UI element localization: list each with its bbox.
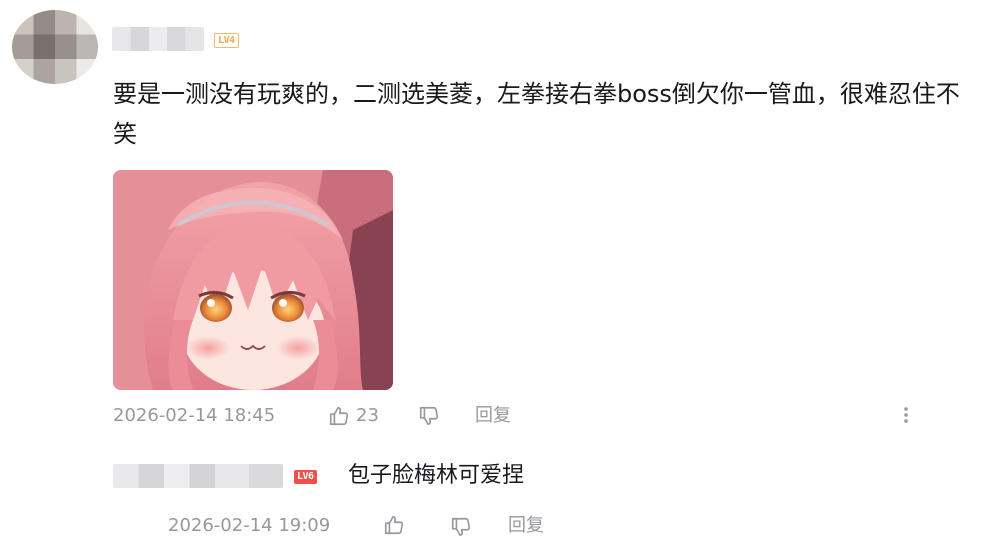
reply-like-button[interactable]	[383, 512, 405, 545]
avatar[interactable]	[12, 10, 98, 84]
reply-level-badge: LV6	[294, 470, 317, 484]
reply-meta: 2026-02-14 19:09 回复	[168, 512, 588, 540]
reply-username[interactable]	[113, 464, 283, 488]
comment-timestamp: 2026-02-14 18:45	[113, 405, 276, 426]
thumbs-up-icon	[328, 405, 350, 427]
dislike-button[interactable]	[418, 402, 440, 427]
reply-dislike-button[interactable]	[450, 512, 472, 547]
thumbs-up-icon	[383, 515, 405, 541]
more-vertical-icon	[900, 407, 912, 435]
thumbs-down-icon	[418, 405, 440, 427]
thumbs-down-icon	[450, 517, 472, 543]
reply-reply-button[interactable]: 回复	[508, 512, 544, 540]
more-button[interactable]	[900, 402, 912, 430]
reply-timestamp: 2026-02-14 19:09	[168, 515, 331, 536]
comment-meta: 2026-02-14 18:45 23 回复	[113, 402, 933, 430]
comment-thread: LV4 要是一测没有玩爽的，二测选美菱，左拳接右拳boss倒欠你一管血，很难忍住…	[0, 0, 1005, 557]
comment-image[interactable]	[113, 170, 393, 390]
anime-girl-illustration	[113, 170, 393, 390]
level-badge: LV4	[214, 33, 239, 48]
reply-button[interactable]: 回复	[475, 402, 511, 430]
username[interactable]	[112, 27, 204, 51]
comment-text: 要是一测没有玩爽的，二测选美菱，左拳接右拳boss倒欠你一管血，很难忍住不笑	[113, 80, 960, 148]
reply-text: 包子脸梅林可爱捏	[348, 463, 525, 488]
like-count: 23	[356, 405, 379, 426]
like-button[interactable]: 23	[328, 402, 379, 430]
